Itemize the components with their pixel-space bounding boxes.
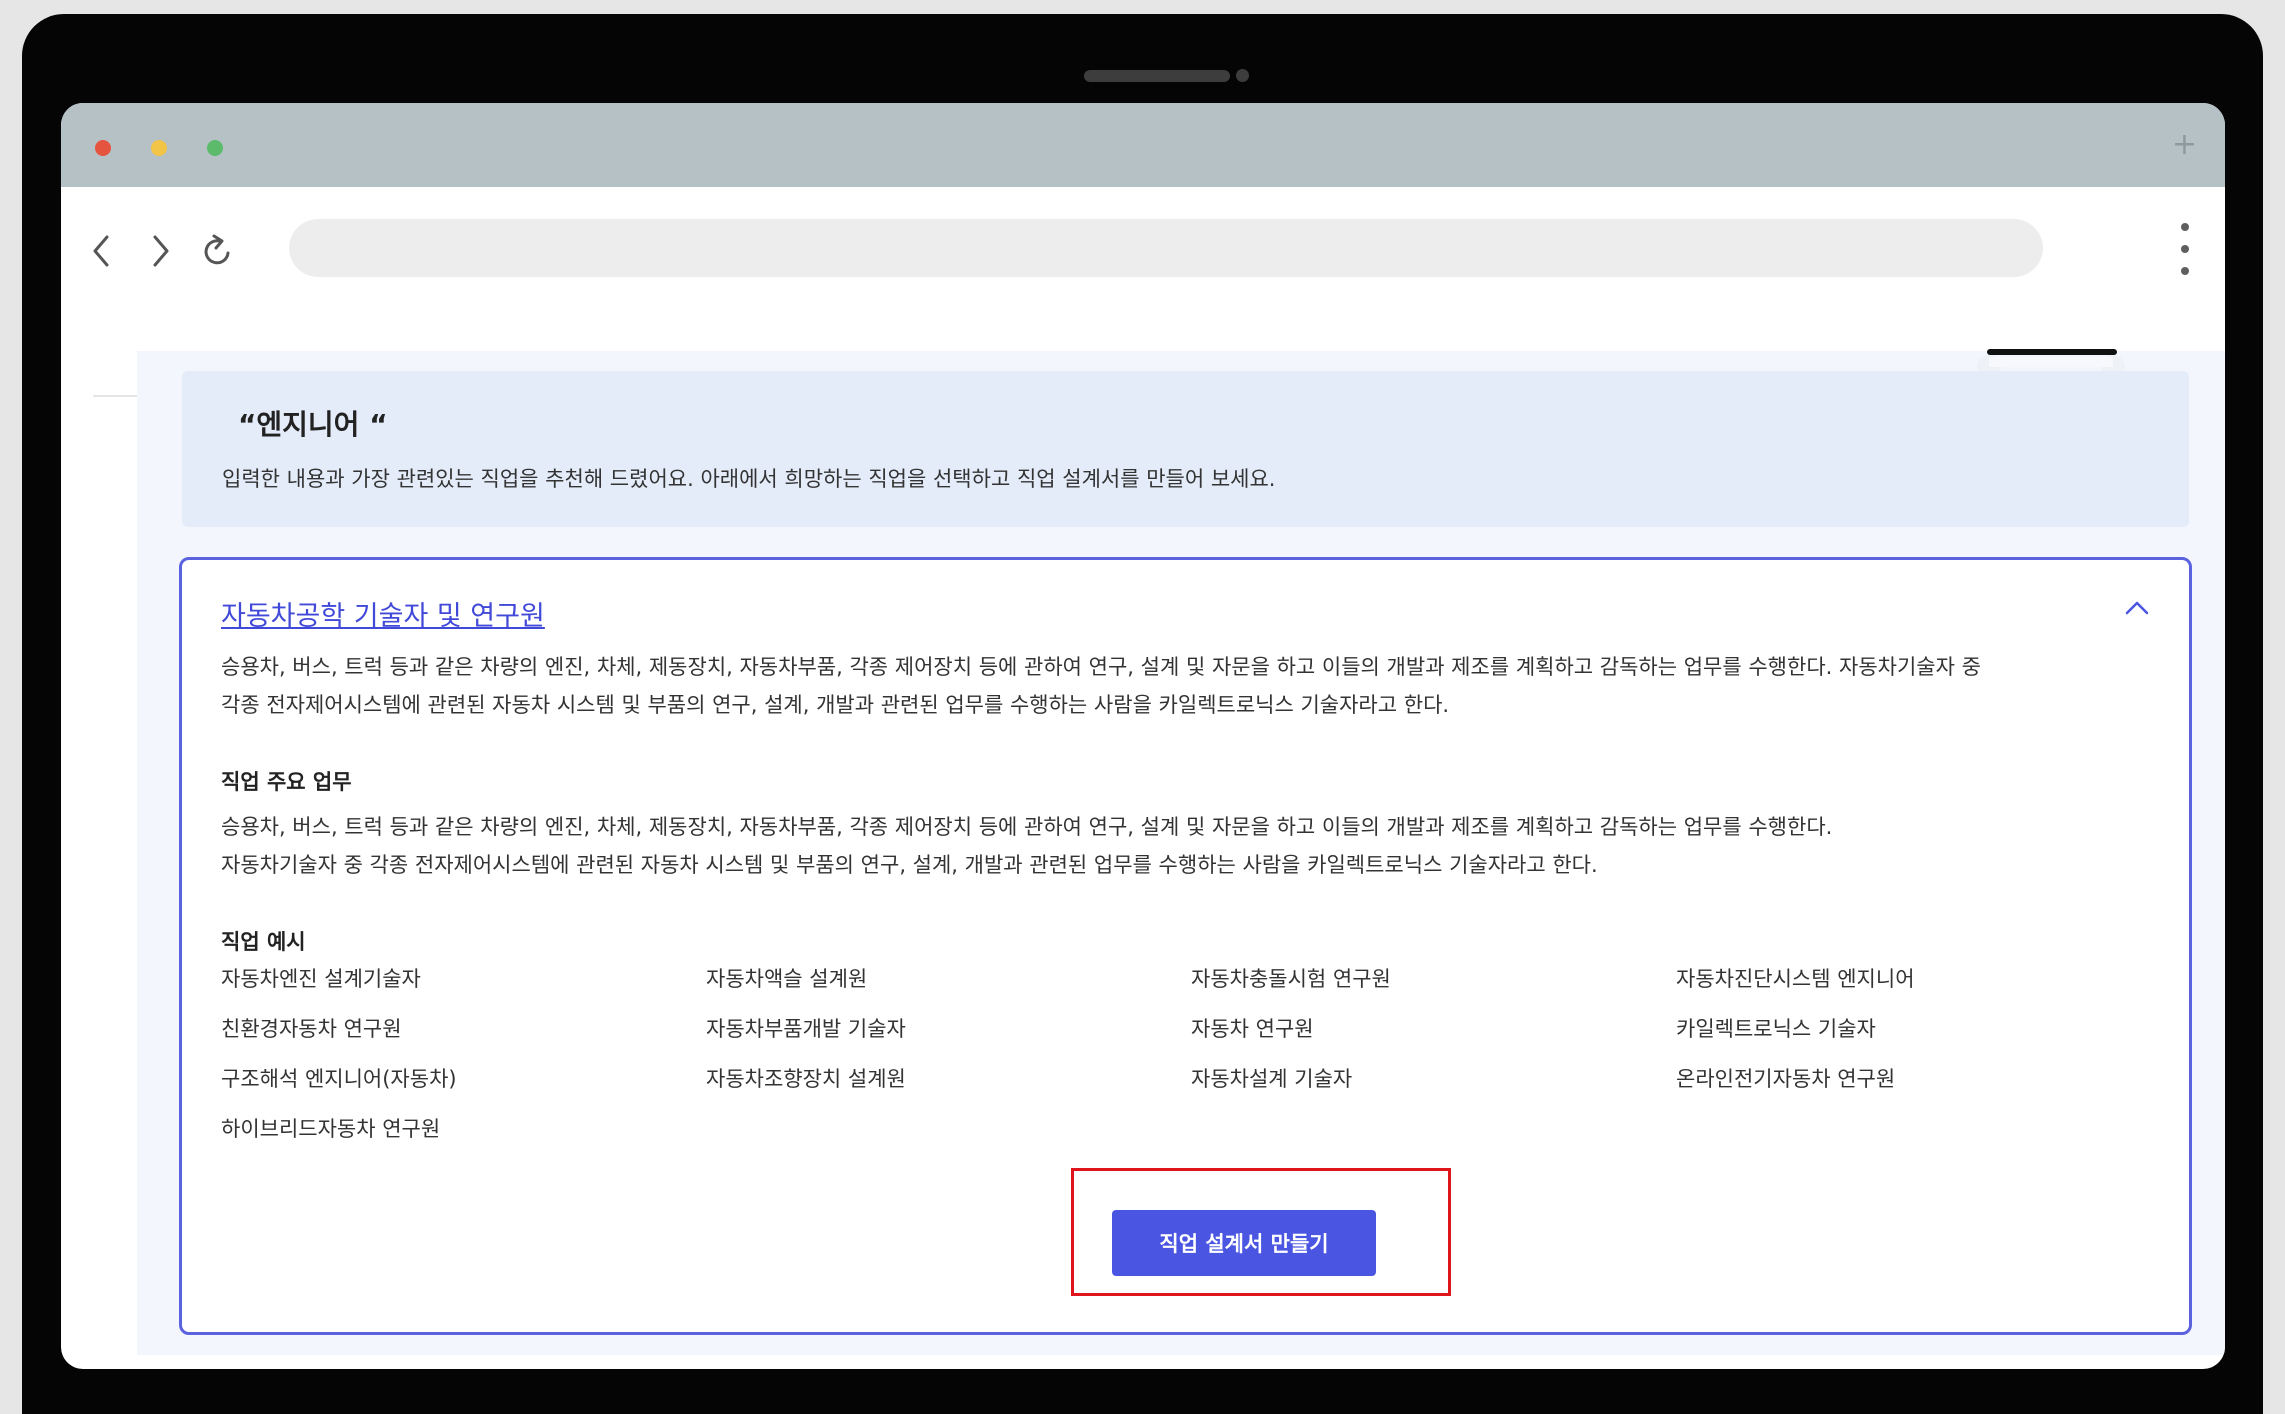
duties-heading: 직업 주요 업무 bbox=[221, 770, 352, 794]
intro-banner: “엔지니어 “ 입력한 내용과 가장 관련있는 직업을 추천해 드렸어요. 아래… bbox=[182, 371, 2189, 527]
example-item: 구조해석 엔지니어(자동차) bbox=[221, 1067, 457, 1091]
new-tab-button[interactable]: + bbox=[2172, 127, 2197, 163]
job-description: 승용차, 버스, 트럭 등과 같은 차량의 엔진, 차체, 제동장치, 자동차부… bbox=[221, 648, 2166, 724]
address-bar[interactable] bbox=[289, 219, 2043, 277]
duties-line: 자동차기술자 중 각종 전자제어시스템에 관련된 자동차 시스템 및 부품의 연… bbox=[221, 853, 1598, 877]
maximize-window-dot[interactable] bbox=[207, 140, 223, 156]
reload-icon[interactable] bbox=[195, 227, 239, 275]
chevron-left-icon[interactable] bbox=[81, 227, 125, 275]
example-item: 자동차충돌시험 연구원 bbox=[1191, 967, 1391, 991]
example-item: 친환경자동차 연구원 bbox=[221, 1017, 402, 1041]
browser-window: + “엔지니어 “ 입력한 내용과 가장 관련있는 직업을 추천해 드렸어요. … bbox=[61, 103, 2225, 1369]
example-item: 자동차 연구원 bbox=[1191, 1017, 1314, 1041]
job-title-link[interactable]: 자동차공학 기술자 및 연구원 bbox=[221, 594, 545, 633]
duties-line: 승용차, 버스, 트럭 등과 같은 차량의 엔진, 차체, 제동장치, 자동차부… bbox=[221, 815, 1833, 839]
example-item: 자동차조향장치 설계원 bbox=[706, 1067, 906, 1091]
example-item: 자동차엔진 설계기술자 bbox=[221, 967, 421, 991]
example-item: 온라인전기자동차 연구원 bbox=[1676, 1067, 1896, 1091]
examples-heading: 직업 예시 bbox=[221, 930, 306, 954]
example-item: 자동차액슬 설계원 bbox=[706, 967, 868, 991]
chevron-up-icon[interactable] bbox=[2123, 598, 2151, 618]
example-item: 자동차설계 기술자 bbox=[1191, 1067, 1353, 1091]
minimize-window-dot[interactable] bbox=[151, 140, 167, 156]
example-item: 하이브리드자동차 연구원 bbox=[221, 1117, 441, 1141]
device-camera bbox=[1236, 69, 1249, 82]
intro-title: “엔지니어 “ bbox=[238, 408, 388, 441]
job-description-line: 승용차, 버스, 트럭 등과 같은 차량의 엔진, 차체, 제동장치, 자동차부… bbox=[221, 655, 1981, 679]
example-item: 자동차진단시스템 엔지니어 bbox=[1676, 967, 1915, 991]
job-description-line: 각종 전자제어시스템에 관련된 자동차 시스템 및 부품의 연구, 설계, 개발… bbox=[221, 693, 1450, 717]
job-card: 자동차공학 기술자 및 연구원 승용차, 버스, 트럭 등과 같은 차량의 엔진… bbox=[179, 557, 2192, 1335]
chevron-right-icon[interactable] bbox=[137, 227, 181, 275]
kebab-menu-icon[interactable] bbox=[2175, 223, 2195, 279]
browser-toolbar bbox=[61, 187, 2225, 397]
intro-description: 입력한 내용과 가장 관련있는 직업을 추천해 드렸어요. 아래에서 희망하는 … bbox=[222, 467, 1276, 491]
device-notch bbox=[1084, 70, 1230, 82]
examples-grid: 자동차엔진 설계기술자 자동차액슬 설계원 자동차충돌시험 연구원 자동차진단시… bbox=[221, 960, 2161, 1148]
page-content: “엔지니어 “ 입력한 내용과 가장 관련있는 직업을 추천해 드렸어요. 아래… bbox=[137, 349, 2225, 1355]
create-career-plan-button[interactable]: 직업 설계서 만들기 bbox=[1112, 1210, 1376, 1276]
browser-titlebar: + bbox=[61, 103, 2225, 187]
example-item: 자동차부품개발 기술자 bbox=[706, 1017, 906, 1041]
duties-text: 승용차, 버스, 트럭 등과 같은 차량의 엔진, 차체, 제동장치, 자동차부… bbox=[221, 808, 1832, 884]
example-item: 카일렉트로닉스 기술자 bbox=[1676, 1017, 1876, 1041]
close-window-dot[interactable] bbox=[95, 140, 111, 156]
